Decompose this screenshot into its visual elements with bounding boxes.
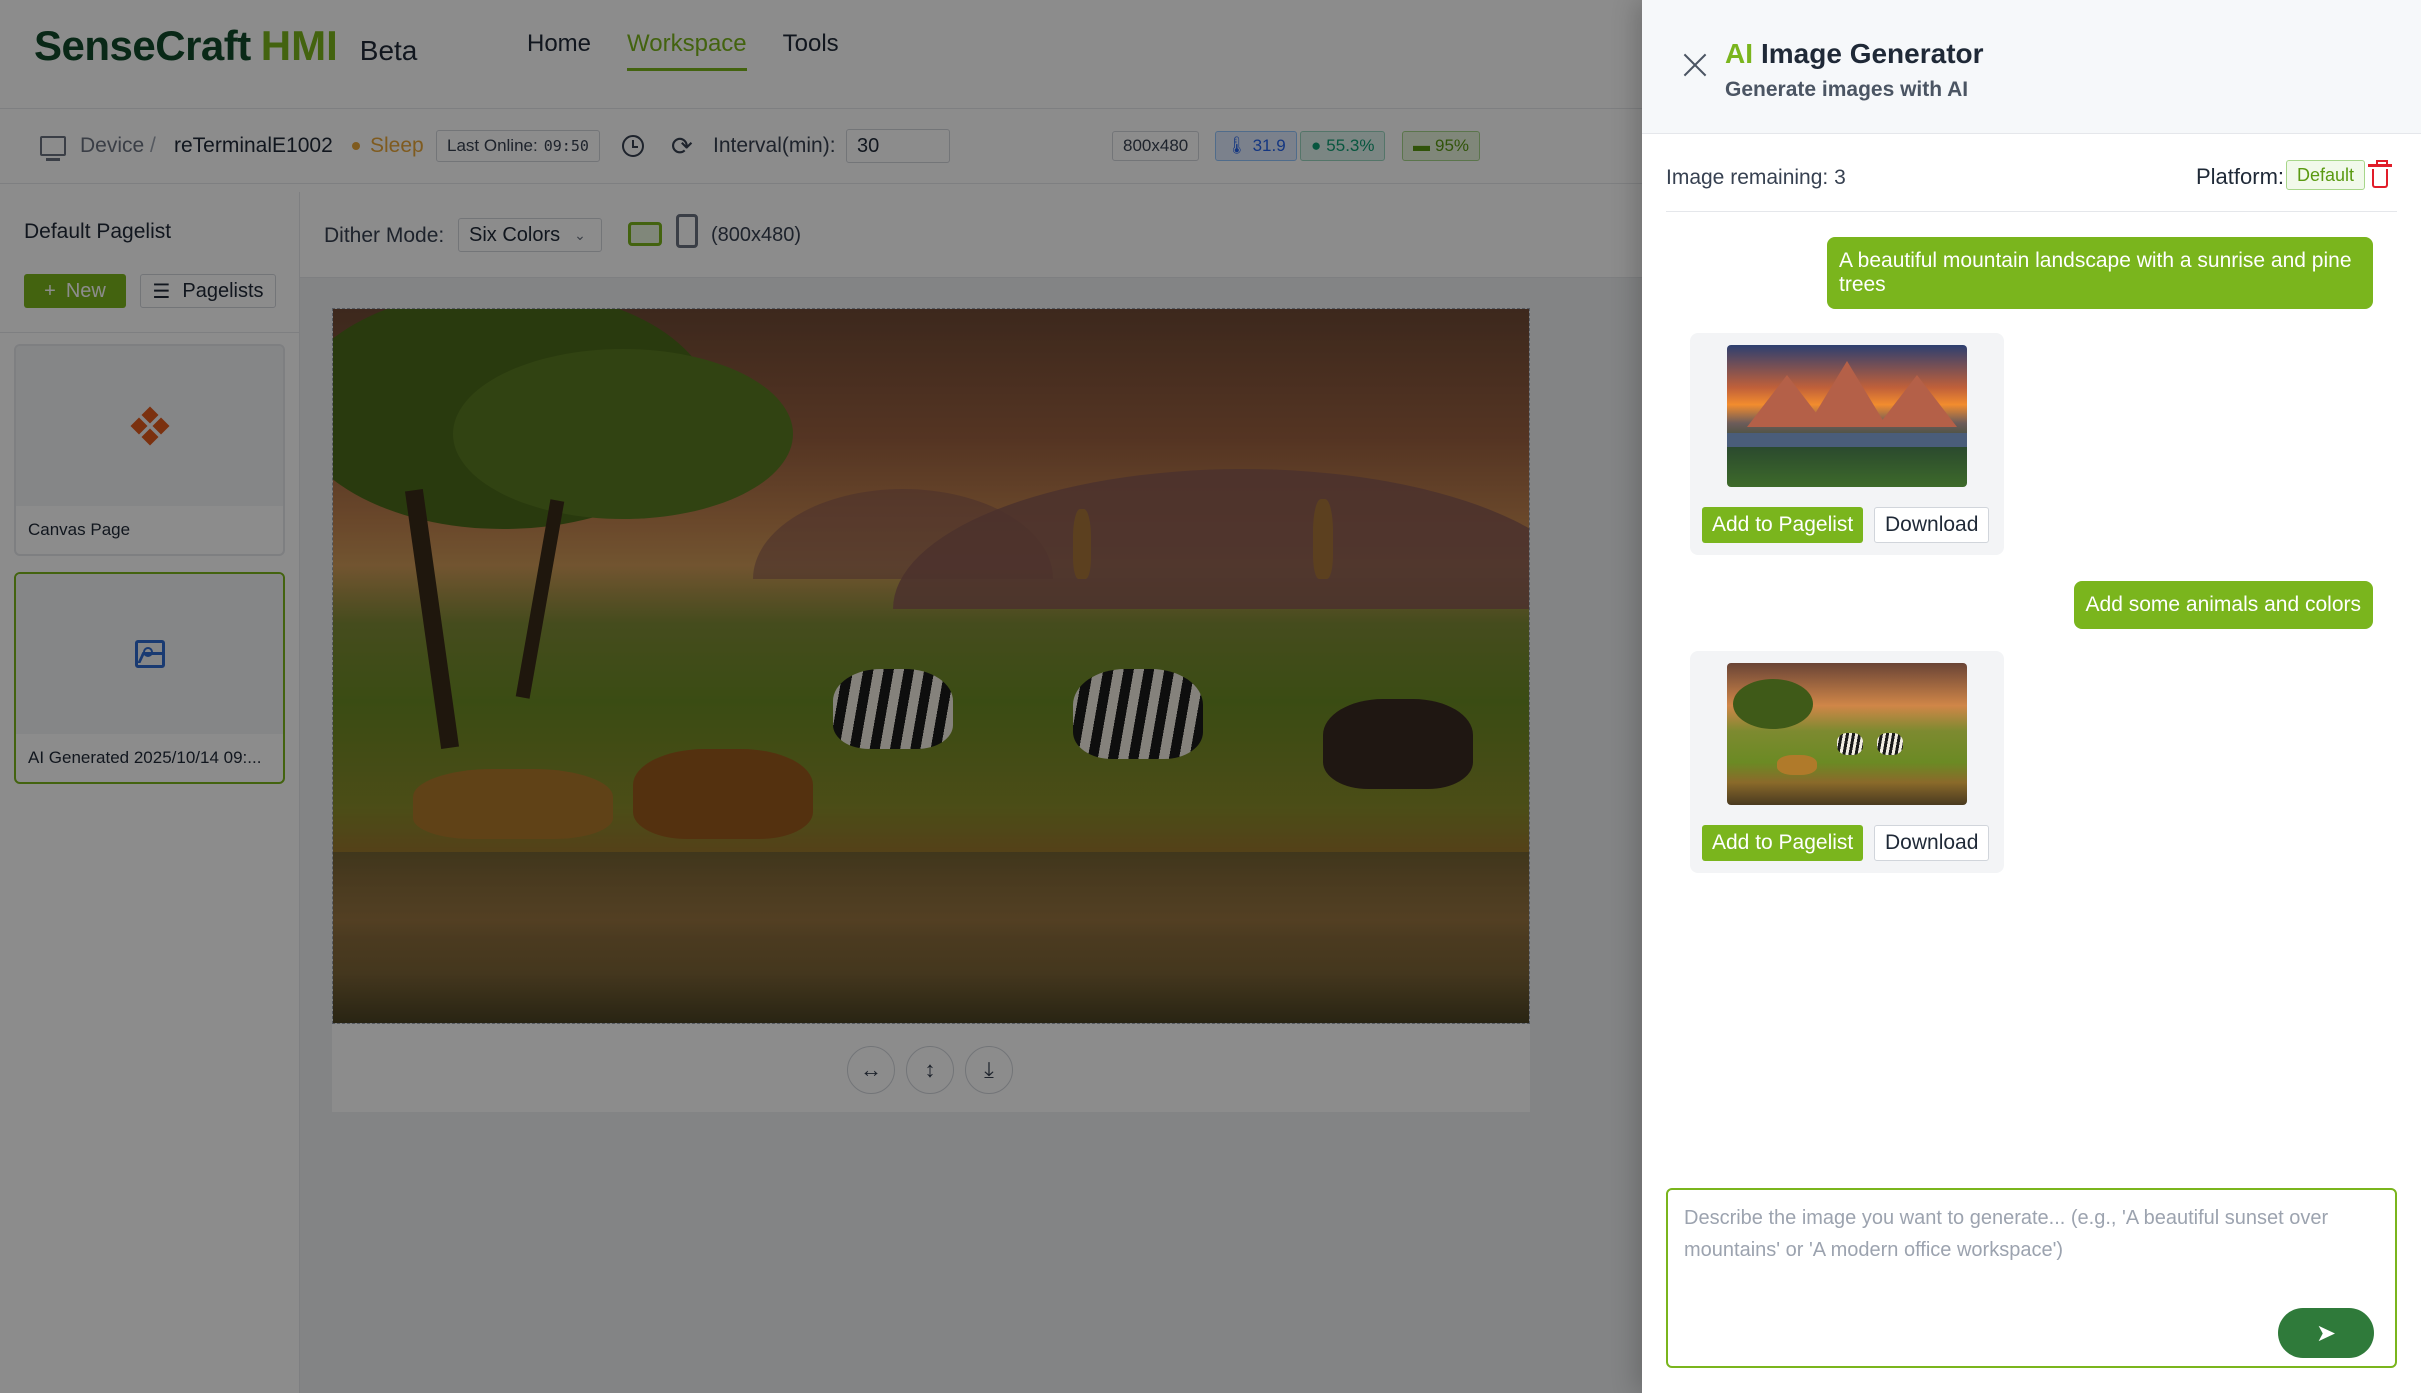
lion-shape bbox=[1777, 755, 1817, 775]
drawer-title: AI Image Generator bbox=[1725, 38, 1984, 70]
download-button[interactable]: Download bbox=[1874, 507, 1990, 543]
trash-icon[interactable] bbox=[2368, 160, 2392, 188]
images-remaining: Image remaining: 3 bbox=[1666, 166, 1846, 189]
drawer-header: AI Image Generator Generate images with A… bbox=[1642, 0, 2421, 134]
lake-shape bbox=[1727, 433, 1967, 448]
ai-image-generator-drawer: AI Image Generator Generate images with A… bbox=[1642, 0, 2421, 1393]
prompt-box: ➤ bbox=[1666, 1188, 2397, 1368]
drawer-title-text: Image Generator bbox=[1761, 38, 1984, 69]
zebra-shape bbox=[1877, 733, 1903, 755]
ai-result-card: Add to Pagelist Download bbox=[1690, 651, 2004, 873]
ai-result-card: Add to Pagelist Download bbox=[1690, 333, 2004, 555]
generated-image-thumbnail[interactable] bbox=[1727, 345, 1967, 487]
peak-shape bbox=[1877, 375, 1957, 428]
generator-info-row: Image remaining: 3 Platform: Default bbox=[1666, 150, 2397, 212]
add-to-pagelist-button[interactable]: Add to Pagelist bbox=[1702, 825, 1864, 861]
close-icon[interactable] bbox=[1682, 52, 1708, 78]
user-message: A beautiful mountain landscape with a su… bbox=[1827, 237, 2373, 309]
download-button[interactable]: Download bbox=[1874, 825, 1990, 861]
generated-image-thumbnail[interactable] bbox=[1727, 663, 1967, 805]
send-sparkle-icon: ➤ bbox=[2315, 1319, 2337, 1347]
safari-image bbox=[1727, 663, 1967, 805]
mountain-image bbox=[1727, 345, 1967, 487]
drawer-subtitle: Generate images with AI bbox=[1725, 78, 1969, 101]
prompt-input[interactable] bbox=[1684, 1202, 2374, 1302]
platform-label: Platform: bbox=[2196, 164, 2285, 189]
send-button[interactable]: ➤ bbox=[2278, 1308, 2374, 1358]
user-message: Add some animals and colors bbox=[2073, 581, 2373, 629]
platform-badge[interactable]: Default bbox=[2286, 160, 2366, 190]
tree-shape bbox=[1733, 679, 1813, 729]
peak-shape bbox=[1807, 361, 1887, 428]
add-to-pagelist-button[interactable]: Add to Pagelist bbox=[1702, 507, 1864, 543]
zebra-shape bbox=[1837, 733, 1863, 755]
drawer-title-accent: AI bbox=[1725, 38, 1753, 69]
